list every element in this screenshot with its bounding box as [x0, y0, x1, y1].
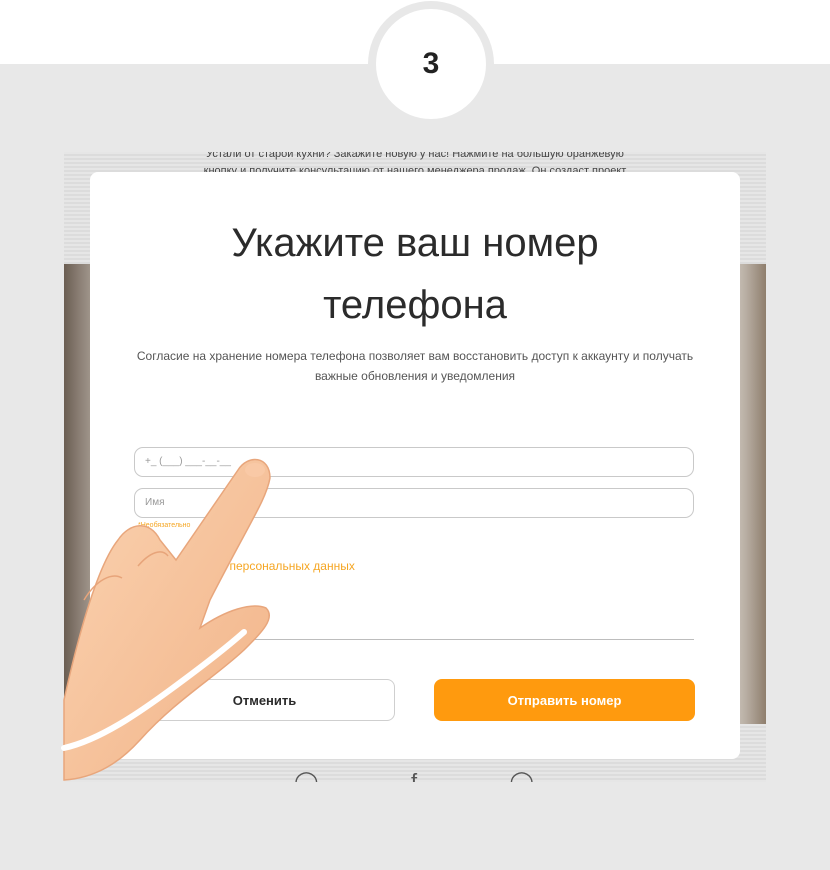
name-optional-note: *Необязательно — [138, 522, 191, 529]
social-icon[interactable]: ◯ — [509, 771, 534, 783]
divider — [134, 639, 694, 640]
social-icon[interactable]: f — [411, 771, 417, 783]
modal-description: Согласие на хранение номера телефона поз… — [136, 349, 694, 383]
background-text-line-1: Устали от старой кухни? Закажите новую у… — [206, 152, 624, 160]
phone-modal: Укажите ваш номер телефона Согласие на х… — [90, 172, 740, 759]
cancel-button[interactable]: Отменить — [134, 679, 395, 721]
name-input[interactable]: Имя — [134, 488, 694, 518]
consent-label[interactable]: сен работку персональных данных — [160, 559, 355, 573]
social-icon[interactable]: ◯ — [294, 771, 319, 783]
step-number: 3 — [376, 9, 486, 119]
bottom-social-icons: ◯ f ◯ — [294, 771, 534, 783]
modal-title: Укажите ваш номер телефона — [231, 221, 599, 327]
submit-phone-button[interactable]: Отправить номер — [434, 679, 695, 721]
phone-input[interactable]: +_ (___) ___-__-__ — [134, 447, 694, 477]
step-badge: 3 — [368, 1, 494, 127]
